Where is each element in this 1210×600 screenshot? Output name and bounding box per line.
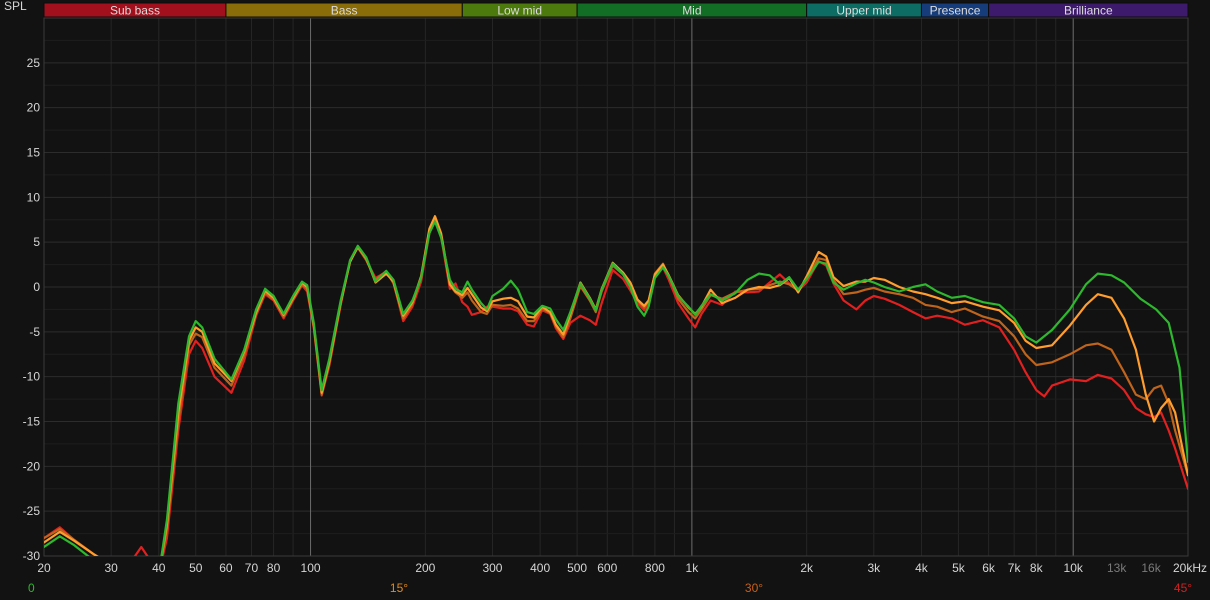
band-label: Presence: [930, 4, 981, 18]
x-tick-label: 50: [189, 561, 203, 575]
angle-label: 0: [28, 581, 35, 595]
y-tick-label: 25: [27, 56, 41, 70]
band-label: Bass: [331, 4, 358, 18]
y-tick-label: -20: [23, 459, 41, 473]
x-tick-label: 1k: [686, 561, 700, 575]
x-tick-label: 500: [567, 561, 587, 575]
y-tick-label: 15: [27, 146, 41, 160]
angle-label: 45°: [1174, 581, 1192, 595]
x-tick-label: 4k: [915, 561, 929, 575]
x-tick-label: 70: [245, 561, 259, 575]
y-tick-label: -10: [23, 370, 41, 384]
band-label: Upper mid: [836, 4, 891, 18]
x-tick-label: 2k: [800, 561, 814, 575]
y-tick-label: -15: [23, 415, 41, 429]
x-tick-label: 100: [301, 561, 321, 575]
band-label: Brilliance: [1064, 4, 1113, 18]
x-tick-label: 60: [219, 561, 233, 575]
x-tick-label: 300: [482, 561, 502, 575]
x-tick-label: 7k: [1008, 561, 1022, 575]
band-label: Mid: [682, 4, 701, 18]
x-tick-label: 6k: [982, 561, 996, 575]
x-tick-label: 3k: [867, 561, 881, 575]
x-tick-label: 10k: [1064, 561, 1084, 575]
plot-background: [0, 0, 1210, 600]
x-tick-label: 200: [415, 561, 435, 575]
frequency-response-chart: Sub bass Bass Low mid Mid Upper mid Presence B…: [0, 0, 1210, 600]
y-axis-label: SPL: [4, 0, 27, 13]
x-tick-label: 13k: [1107, 561, 1127, 575]
x-tick-label: 5k: [952, 561, 966, 575]
x-tick-label: 80: [267, 561, 281, 575]
y-tick-label: 20: [27, 101, 41, 115]
x-tick-label: 8k: [1030, 561, 1044, 575]
y-tick-label: 0: [33, 280, 40, 294]
x-tick-label: 16k: [1141, 561, 1161, 575]
y-tick-label: -5: [29, 325, 40, 339]
x-tick-label: 800: [645, 561, 665, 575]
angle-label: 15°: [390, 581, 408, 595]
x-tick-label: 400: [530, 561, 550, 575]
x-tick-label: 600: [597, 561, 617, 575]
band-label: Low mid: [497, 4, 542, 18]
angle-label: 30°: [745, 581, 763, 595]
x-tick-label: 20: [37, 561, 51, 575]
band-label: Sub bass: [110, 4, 160, 18]
y-tick-label: 10: [27, 190, 41, 204]
frequency-bands: Sub bass Bass Low mid Mid Upper mid Presence B…: [43, 2, 1189, 18]
x-tick-label: 30: [104, 561, 118, 575]
y-tick-label: -25: [23, 504, 41, 518]
x-tick-label: 40: [152, 561, 166, 575]
x-tick-label: 20kHz: [1173, 561, 1207, 575]
y-tick-label: 5: [33, 235, 40, 249]
